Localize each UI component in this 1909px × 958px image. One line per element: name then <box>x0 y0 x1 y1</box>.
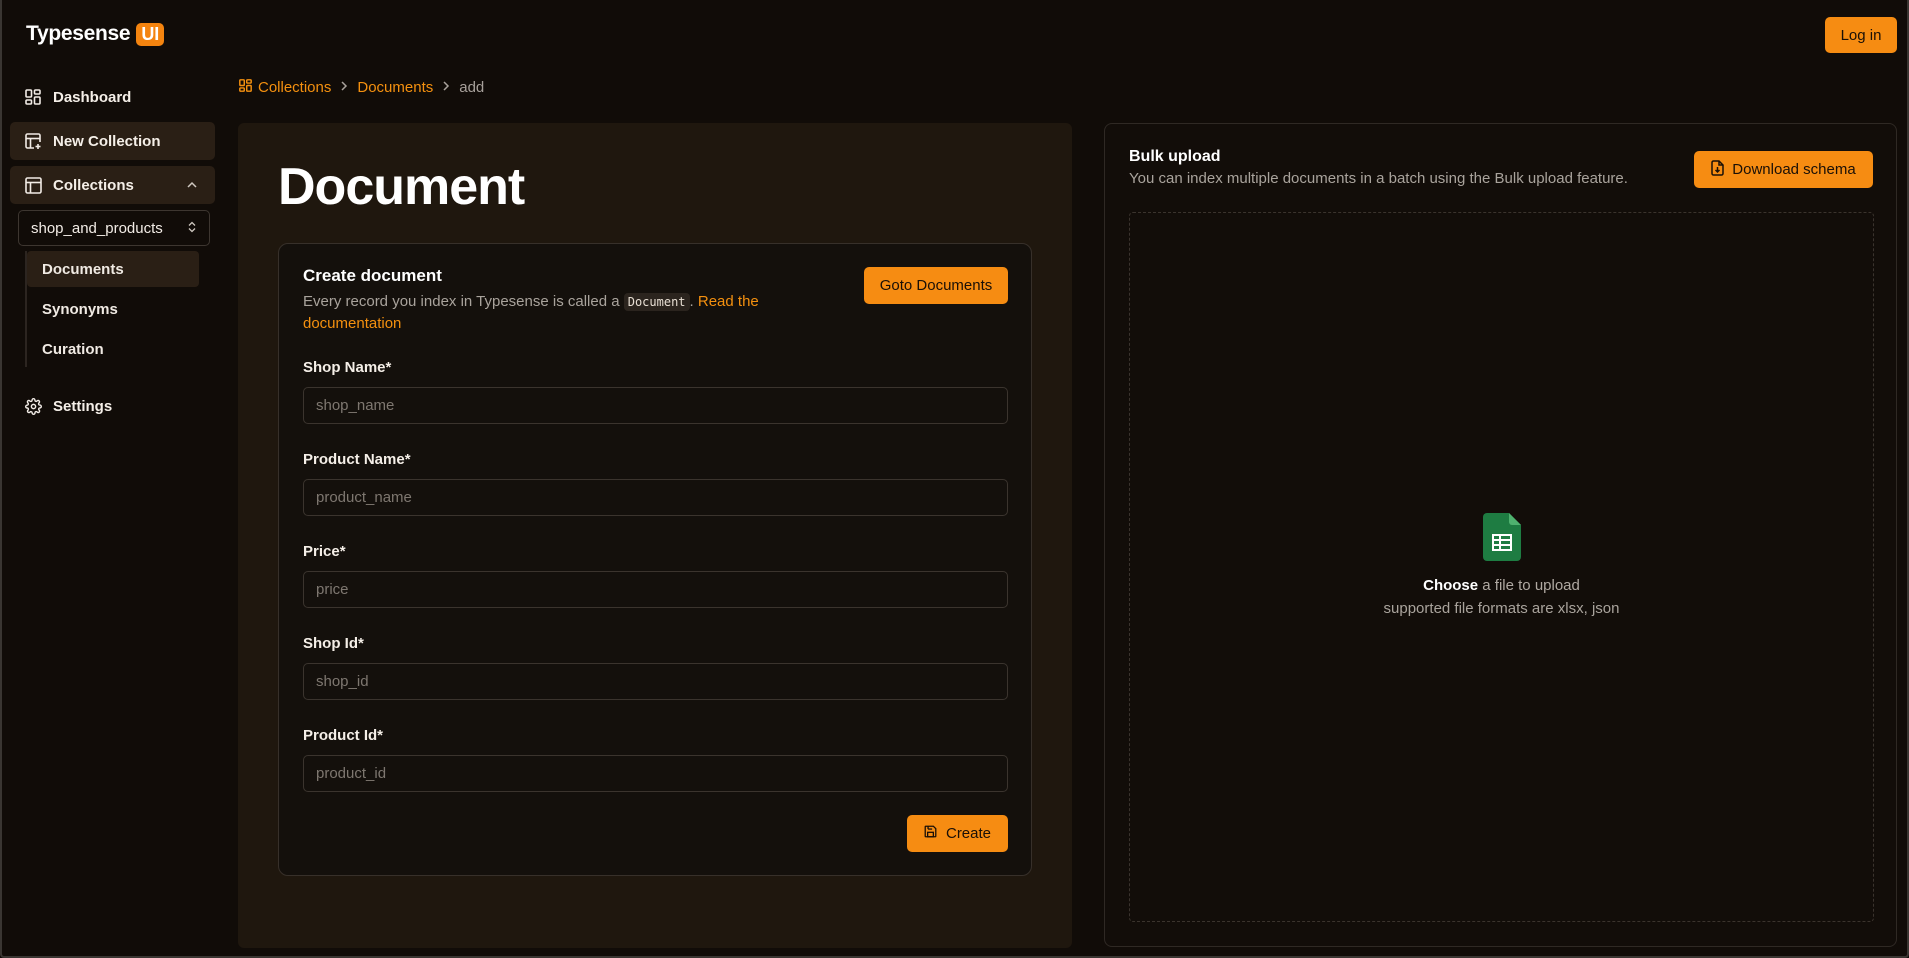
sidebar-item-label: Dashboard <box>53 88 132 106</box>
document-code-chip: Document <box>623 293 690 311</box>
dashboard-icon <box>24 88 42 106</box>
brand-name: Typesense <box>26 22 131 45</box>
sidebar-item-label: Settings <box>53 397 113 415</box>
table-icon <box>24 176 42 194</box>
download-schema-label: Download schema <box>1732 161 1856 178</box>
breadcrumb-current: add <box>459 79 485 96</box>
brand-badge: UI <box>136 22 165 46</box>
card-description-text: Every record you index in Typesense is c… <box>303 293 620 310</box>
product-name-input[interactable] <box>303 479 1008 516</box>
download-schema-button[interactable]: Download schema <box>1694 151 1873 188</box>
table-plus-icon <box>24 132 42 150</box>
sidebar-item-dashboard[interactable]: Dashboard <box>10 78 215 116</box>
sidebar-item-collections[interactable]: Collections <box>10 166 215 204</box>
breadcrumb-collections-label: Collections <box>258 79 332 96</box>
shop-name-label: Shop Name* <box>303 359 392 376</box>
document-panel: Document Create document Every record yo… <box>238 123 1072 948</box>
card-description-suffix: . <box>689 293 694 310</box>
dashboard-icon <box>239 79 252 96</box>
card-title: Create document <box>303 266 442 285</box>
create-button[interactable]: Create <box>907 815 1008 852</box>
product-id-label: Product Id* <box>303 727 384 744</box>
collection-select[interactable]: shop_and_products <box>18 210 210 246</box>
brand: Typesense UI <box>26 22 165 46</box>
product-name-label: Product Name* <box>303 451 411 468</box>
sidebar-item-label: Collections <box>53 176 134 194</box>
sidebar-item-label: New Collection <box>53 132 161 150</box>
breadcrumb: Collections Documents add <box>239 79 484 96</box>
chevron-right-icon <box>339 79 349 96</box>
shop-id-input[interactable] <box>303 663 1008 700</box>
dropzone-content: Choose a file to upload supported file f… <box>1130 513 1873 617</box>
subnav-item-synonyms[interactable]: Synonyms <box>27 291 199 327</box>
bulk-upload-panel: Bulk upload You can index multiple docum… <box>1104 123 1897 947</box>
chevron-updown-icon <box>187 220 197 237</box>
page-title: Document <box>278 158 525 216</box>
collection-subnav: Documents Synonyms Curation <box>25 251 215 367</box>
shop-name-input[interactable] <box>303 387 1008 424</box>
spreadsheet-file-icon <box>1482 513 1521 565</box>
subnav-item-curation[interactable]: Curation <box>27 331 199 367</box>
product-id-input[interactable] <box>303 755 1008 792</box>
create-document-card: Create document Every record you index i… <box>278 243 1032 876</box>
file-download-icon <box>1711 159 1725 180</box>
save-icon <box>924 825 937 842</box>
file-dropzone[interactable]: Choose a file to upload supported file f… <box>1129 212 1874 922</box>
chevron-right-icon <box>441 79 451 96</box>
choose-file-link[interactable]: Choose <box>1423 577 1478 594</box>
goto-documents-button[interactable]: Goto Documents <box>864 267 1008 304</box>
price-label: Price* <box>303 543 346 560</box>
create-button-label: Create <box>945 825 992 842</box>
bulk-upload-description: You can index multiple documents in a ba… <box>1129 170 1628 187</box>
price-input[interactable] <box>303 571 1008 608</box>
dropzone-instruction-text: a file to upload <box>1478 577 1580 594</box>
subnav-item-documents[interactable]: Documents <box>27 251 199 287</box>
breadcrumb-collections[interactable]: Collections <box>239 79 331 96</box>
sidebar-item-new-collection[interactable]: New Collection <box>10 122 215 160</box>
login-button[interactable]: Log in <box>1825 17 1897 53</box>
supported-formats: supported file formats are xlsx, json <box>1383 600 1620 617</box>
dropzone-instruction: Choose a file to upload <box>1130 577 1873 594</box>
chevron-up-icon <box>183 176 201 194</box>
shop-id-label: Shop Id* <box>303 635 364 652</box>
sidebar-item-settings[interactable]: Settings <box>10 387 215 425</box>
sidebar: Dashboard New Collection Collections sho… <box>10 78 215 431</box>
collection-select-value: shop_and_products <box>31 219 163 237</box>
bulk-upload-title: Bulk upload <box>1129 148 1221 165</box>
card-description: Every record you index in Typesense is c… <box>303 291 793 334</box>
breadcrumb-documents[interactable]: Documents <box>357 79 433 96</box>
gear-icon <box>24 397 42 415</box>
